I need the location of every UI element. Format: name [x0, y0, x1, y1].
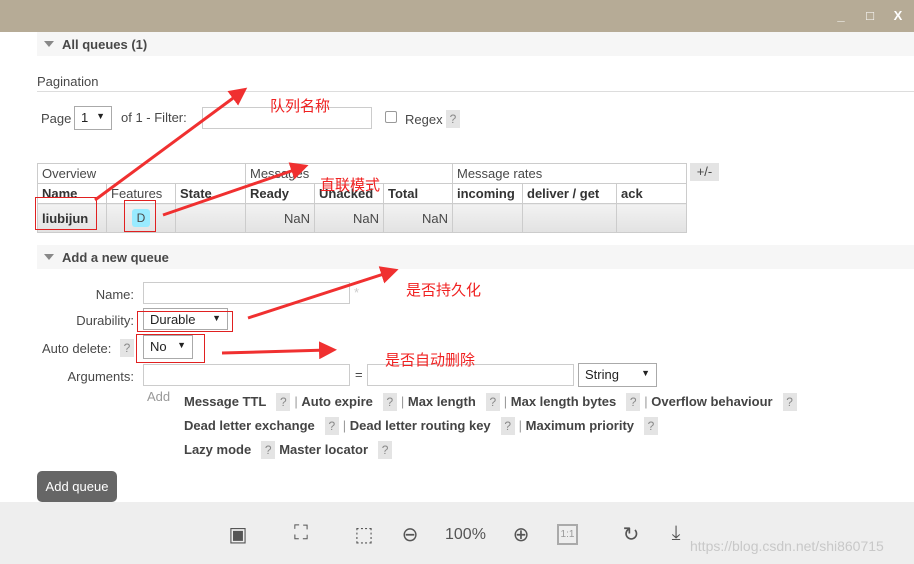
- zoom-in-icon[interactable]: ⊕: [508, 522, 534, 547]
- arrow-to-queue-name-note: [94, 87, 248, 202]
- zoom-out-icon[interactable]: ⊖: [397, 522, 423, 547]
- annotation-direct-mode: 直联模式: [320, 176, 381, 194]
- zoom-level: 100%: [445, 526, 486, 543]
- annotation-queue-name: 队列名称: [270, 97, 331, 115]
- arrow-to-direct-mode-note: [162, 162, 309, 217]
- annotation-durable: 是否持久化: [406, 281, 482, 299]
- watermark: https://blog.csdn.net/shi860715: [690, 538, 884, 554]
- thumbnails-icon[interactable]: ▣: [225, 522, 251, 547]
- download-icon[interactable]: ⤓: [663, 522, 689, 545]
- one-to-one-button[interactable]: 1:1: [557, 524, 578, 545]
- fit-window-icon[interactable]: ⛶: [288, 522, 314, 545]
- rotate-icon[interactable]: ↻: [618, 522, 644, 547]
- arrow-to-auto-delete-note: [221, 341, 337, 360]
- actual-fit-icon[interactable]: ⬚: [351, 522, 377, 547]
- annotation-auto-delete: 是否自动删除: [385, 351, 476, 369]
- arrow-to-durable-note: [247, 266, 399, 320]
